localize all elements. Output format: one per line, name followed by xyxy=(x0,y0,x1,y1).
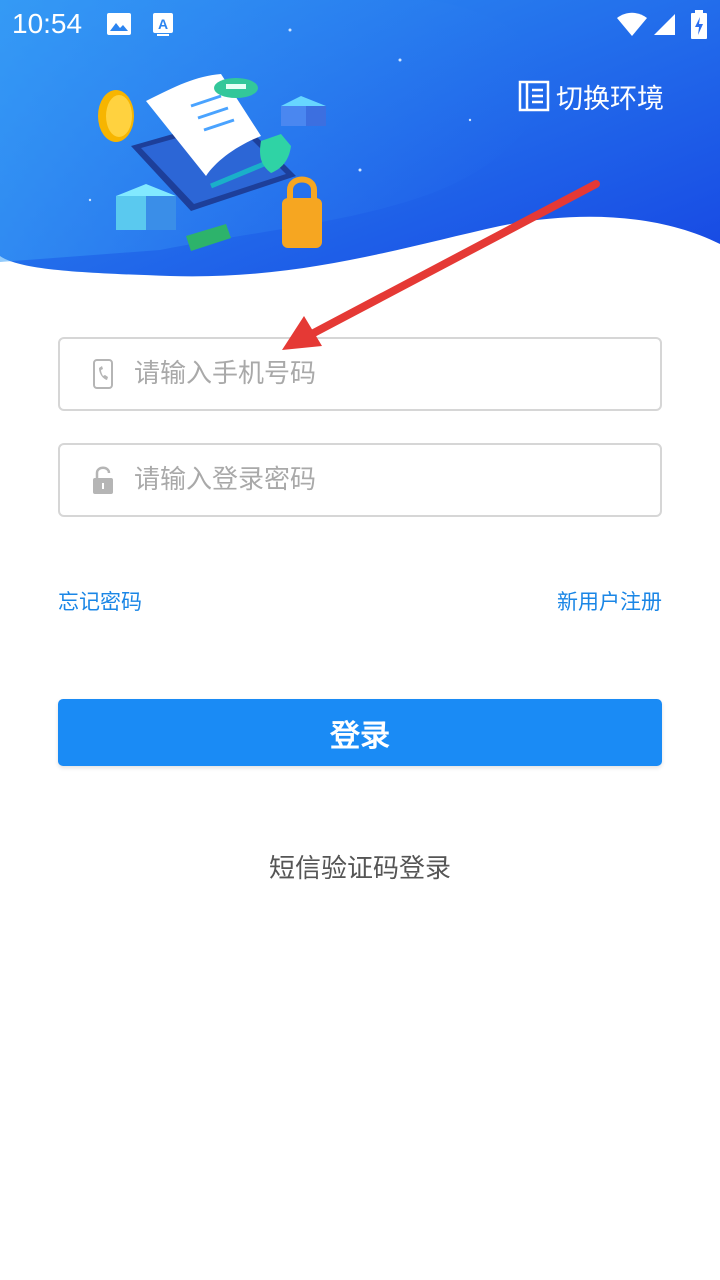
register-link[interactable]: 新用户注册 xyxy=(557,586,662,616)
login-button[interactable]: 登录 xyxy=(58,699,662,766)
gallery-icon xyxy=(107,13,131,35)
text-app-icon: A xyxy=(153,13,173,36)
sms-login-link[interactable]: 短信验证码登录 xyxy=(0,848,720,885)
switch-environment-button[interactable]: 切换环境 xyxy=(518,78,664,115)
phone-input[interactable] xyxy=(134,359,614,389)
wifi-icon xyxy=(617,12,647,36)
password-input[interactable] xyxy=(134,465,614,495)
svg-text:A: A xyxy=(158,16,168,32)
forgot-password-link[interactable]: 忘记密码 xyxy=(58,586,142,616)
password-field[interactable] xyxy=(58,443,662,517)
lock-icon xyxy=(90,463,116,497)
phone-field[interactable] xyxy=(58,337,662,411)
finance-illustration xyxy=(98,74,326,251)
status-time: 10:54 xyxy=(12,8,83,39)
status-bar: 10:54 A xyxy=(0,0,720,50)
switch-environment-label: 切换环境 xyxy=(556,83,664,115)
document-list-icon xyxy=(518,80,550,112)
battery-charging-icon xyxy=(691,10,707,39)
signal-icon xyxy=(654,14,675,35)
phone-icon xyxy=(90,357,116,391)
